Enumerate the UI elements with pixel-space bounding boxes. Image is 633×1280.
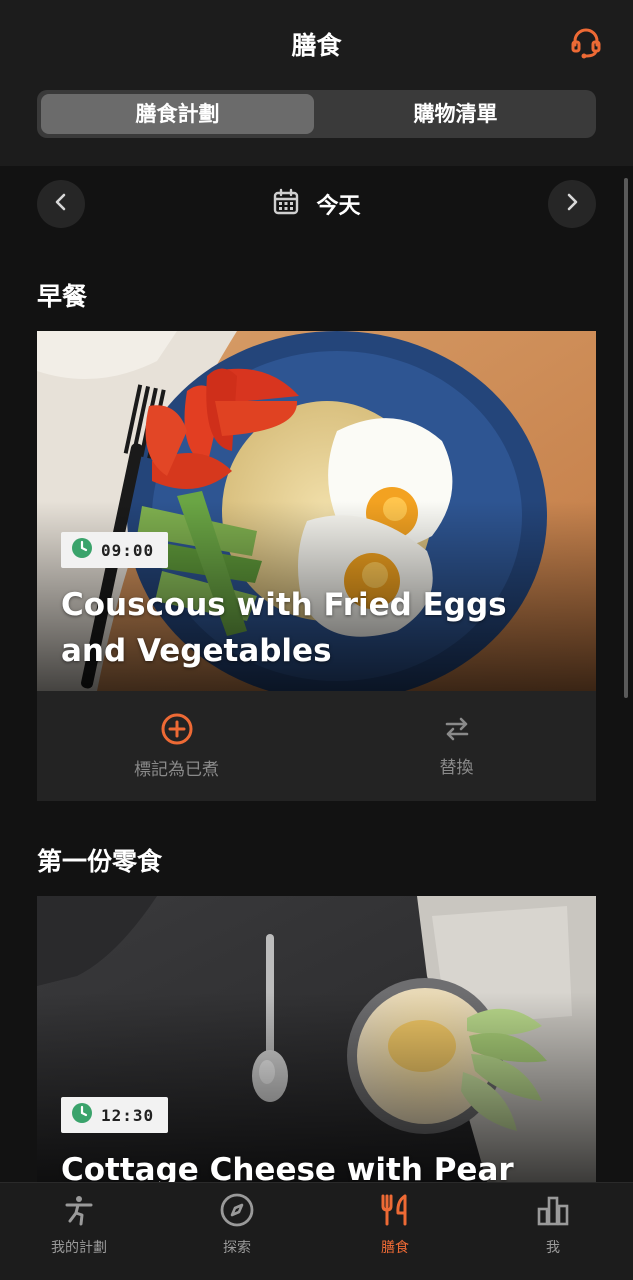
date-label[interactable]: 今天	[316, 188, 360, 220]
tab-meals[interactable]: 膳食	[316, 1193, 474, 1263]
time-badge: 12:30	[61, 1097, 169, 1133]
tab-label: 膳食	[381, 1240, 409, 1256]
replace-label: 替換	[439, 758, 474, 778]
plus-circle-icon	[160, 712, 194, 751]
exercise-person-icon	[62, 1193, 96, 1231]
date-selector: 今天	[0, 184, 633, 224]
tab-my-plan[interactable]: 我的計劃	[0, 1193, 158, 1263]
chevron-right-icon	[562, 192, 582, 216]
meal-time: 09:00	[101, 540, 155, 560]
tab-meal-plan[interactable]: 膳食計劃	[41, 94, 314, 134]
section-title-breakfast: 早餐	[37, 282, 88, 311]
fork-knife-icon	[378, 1193, 412, 1231]
meal-name[interactable]: Couscous with Fried Eggs and Vegetables	[61, 582, 581, 674]
replace-button[interactable]: 替換	[317, 691, 596, 801]
section-title-first-snack: 第一份零食	[37, 847, 163, 876]
mark-cooked-button[interactable]: 標記為已煮	[37, 691, 316, 801]
meal-card-actions: 標記為已煮 替換	[37, 691, 596, 801]
tab-label: 我的計劃	[51, 1240, 107, 1256]
chevron-left-icon	[51, 192, 71, 216]
bottom-tab-bar: 我的計劃 探索 膳食 我	[0, 1182, 633, 1280]
segmented-control: 膳食計劃 購物清單	[37, 90, 596, 138]
tab-label: 探索	[223, 1240, 251, 1256]
tab-label: 我	[546, 1240, 560, 1256]
bar-chart-icon	[536, 1193, 570, 1231]
time-badge: 09:00	[61, 532, 169, 568]
header: 膳食 膳食計劃 購物清單	[0, 0, 633, 166]
scrollbar[interactable]	[624, 178, 628, 698]
compass-icon	[220, 1193, 254, 1231]
page-title: 膳食	[291, 31, 342, 60]
tab-me[interactable]: 我	[474, 1193, 632, 1263]
headset-support-icon[interactable]	[569, 26, 603, 60]
tab-explore[interactable]: 探索	[158, 1193, 316, 1263]
calendar-icon	[272, 188, 300, 220]
tab-shopping-list[interactable]: 購物清單	[319, 94, 592, 134]
meal-time: 12:30	[101, 1105, 155, 1125]
next-day-button[interactable]	[548, 180, 596, 228]
previous-day-button[interactable]	[37, 180, 85, 228]
meal-name[interactable]: Cottage Cheese with Pear and	[61, 1147, 581, 1182]
clock-icon	[71, 1102, 93, 1128]
mark-cooked-label: 標記為已煮	[134, 760, 219, 780]
clock-icon	[71, 537, 93, 563]
meal-card-breakfast[interactable]: 09:00 Couscous with Fried Eggs and Veget…	[37, 331, 596, 801]
swap-arrows-icon	[442, 714, 472, 749]
meal-card-first-snack[interactable]: 12:30 Cottage Cheese with Pear and	[37, 896, 596, 1182]
